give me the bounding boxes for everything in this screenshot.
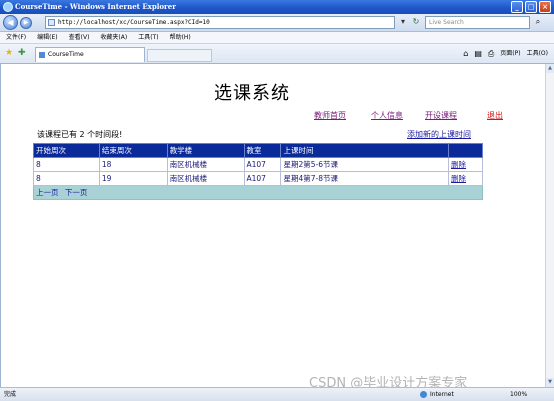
refresh-icon[interactable]: ↻ [411,16,421,28]
menu-bar: 文件(F) 编辑(E) 查看(V) 收藏夹(A) 工具(T) 帮助(H) [0,32,554,44]
forward-button[interactable]: ▶ [20,17,32,29]
address-toolbar: ◀ ▶ http://localhost/xc/CourseTime.aspx?… [0,14,554,32]
cell-classroom: A107 [243,157,282,172]
zone-label: Internet [430,391,454,398]
window-titlebar: CourseTime - Windows Internet Explorer _… [0,0,554,14]
print-icon[interactable]: ⎙ [488,49,494,59]
maximize-button[interactable]: □ [525,1,537,13]
col-start-week: 开始周次 [33,143,100,158]
nav-logout[interactable]: 退出 [487,110,503,121]
status-text: 完成 [4,391,17,398]
menu-help[interactable]: 帮助(H) [170,32,191,43]
cell-class-time: 星期2第5-6节课 [280,157,450,172]
page-title: 选课系统 [214,83,290,104]
add-favorites-icon[interactable]: ✚ [18,48,26,58]
tab-coursetime[interactable]: CourseTime [35,47,145,62]
scroll-down-icon[interactable]: ▼ [546,378,554,387]
zoom-level[interactable]: 100% [510,388,527,401]
menu-edit[interactable]: 编辑(E) [37,32,57,43]
delete-link[interactable]: 删除 [448,157,483,172]
scroll-up-icon[interactable]: ▲ [546,64,554,73]
close-button[interactable]: × [539,1,551,13]
favorites-star-icon[interactable]: ★ [5,48,13,58]
table-header-row: 开始周次 结束周次 教学楼 教室 上课时间 [33,143,483,158]
ie-icon [3,2,13,12]
page-viewport [0,64,545,387]
cell-start-week: 8 [33,157,100,172]
cell-classroom: A107 [243,171,282,186]
add-time-link[interactable]: 添加新的上课时间 [407,129,471,140]
vertical-scrollbar[interactable]: ▲ ▼ [545,64,554,387]
tab-bar: ★ ✚ CourseTime ⌂ ▤ ⎙ 页面(P) 工具(O) [0,44,554,64]
minimize-button[interactable]: _ [511,1,523,13]
command-bar: ⌂ ▤ ⎙ 页面(P) 工具(O) [463,49,548,59]
back-button[interactable]: ◀ [3,15,18,30]
cell-building: 南区机械楼 [166,157,245,172]
tools-menu[interactable]: 工具(O) [527,49,548,59]
prev-page-link[interactable]: 上一页 [36,188,59,197]
window-controls: _ □ × [511,1,551,13]
home-icon[interactable]: ⌂ [463,49,468,59]
cell-end-week: 19 [98,171,168,186]
address-input[interactable]: http://localhost/xc/CourseTime.aspx?CId=… [45,16,395,29]
search-input[interactable]: Live Search [425,16,530,29]
security-zone: Internet [420,388,454,401]
next-page-link[interactable]: 下一页 [65,188,88,197]
col-action [448,143,483,158]
cell-class-time: 星期4第7-8节课 [280,171,450,186]
address-text: http://localhost/xc/CourseTime.aspx?CId=… [58,19,210,26]
menu-tools[interactable]: 工具(T) [138,32,158,43]
dropdown-icon[interactable]: ▾ [398,16,408,28]
menu-favorites[interactable]: 收藏夹(A) [100,32,127,43]
table-row: 8 18 南区机械楼 A107 星期2第5-6节课 删除 [33,157,483,172]
col-classroom: 教室 [243,143,282,158]
new-tab-button[interactable] [147,49,212,62]
menu-file[interactable]: 文件(F) [6,32,26,43]
cell-building: 南区机械楼 [166,171,245,186]
col-class-time: 上课时间 [280,143,450,158]
pager-row: 上一页 下一页 [33,185,483,200]
page-menu[interactable]: 页面(P) [500,49,520,59]
delete-link[interactable]: 删除 [448,171,483,186]
nav-open-course[interactable]: 开设课程 [425,110,457,121]
search-icon[interactable]: ⌕ [532,16,544,29]
window-title: CourseTime - Windows Internet Explorer [15,2,176,11]
feeds-icon[interactable]: ▤ [474,49,482,59]
cell-start-week: 8 [33,171,100,186]
period-count: 该课程已有 2 个时间段! [37,130,123,139]
tab-label: CourseTime [48,51,84,58]
course-time-table: 开始周次 结束周次 教学楼 教室 上课时间 8 18 南区机械楼 A107 星期… [33,143,483,200]
cell-end-week: 18 [98,157,168,172]
tab-page-icon [39,52,45,58]
page-icon [48,19,55,26]
col-building: 教学楼 [166,143,245,158]
col-end-week: 结束周次 [98,143,168,158]
status-bar: 完成 Internet 100% [0,387,554,401]
nav-teacher-home[interactable]: 教师首页 [314,110,346,121]
table-row: 8 19 南区机械楼 A107 星期4第7-8节课 删除 [33,171,483,186]
menu-view[interactable]: 查看(V) [69,32,90,43]
nav-personal-info[interactable]: 个人信息 [371,110,403,121]
globe-icon [420,391,427,398]
